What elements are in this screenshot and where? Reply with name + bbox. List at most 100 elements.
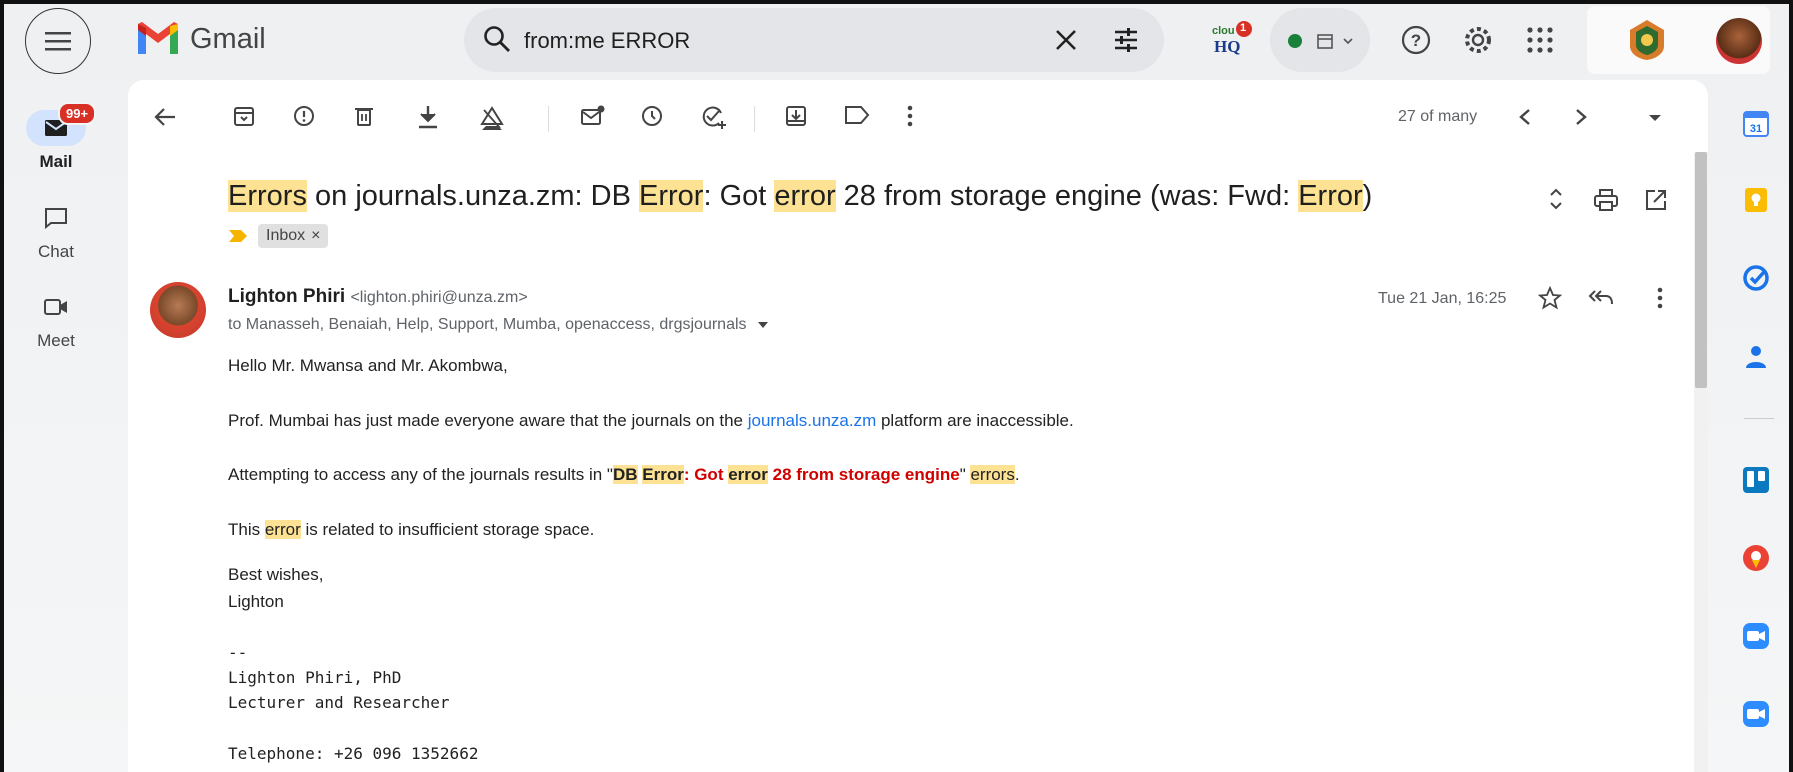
menu-icon	[45, 32, 71, 51]
more-vert-icon[interactable]	[1656, 286, 1664, 310]
google-contacts-icon[interactable]	[1742, 342, 1770, 370]
highlighted-text: error	[728, 465, 768, 484]
nav-chat-pill	[26, 200, 86, 236]
recipients-line: to Manasseh, Benaiah, Help, Support, Mum…	[228, 316, 769, 334]
email-subject: Errors on journals.unza.zm: DB Error: Go…	[228, 180, 1372, 213]
move-to-icon[interactable]	[784, 104, 808, 128]
paragraph-text: Prof. Mumbai has just made everyone awar…	[228, 411, 748, 430]
zoom-icon[interactable]	[1742, 622, 1770, 650]
nav-mail-pill: 99+	[26, 102, 97, 146]
chevron-left-icon[interactable]	[1518, 108, 1532, 126]
sender-line: Lighton Phiri <lighton.phiri@unza.zm>	[228, 286, 528, 308]
sender-name[interactable]: Lighton Phiri	[228, 286, 345, 307]
paragraph-text: Attempting to access any of the journals…	[228, 465, 613, 484]
star-icon[interactable]	[1538, 286, 1562, 310]
help-icon[interactable]: ?	[1400, 24, 1432, 56]
scrollbar-thumb[interactable]	[1695, 152, 1707, 388]
google-calendar-icon[interactable]: 31	[1742, 110, 1770, 138]
zoom-scheduler-icon[interactable]	[1742, 700, 1770, 728]
highlighted-text: DB	[612, 465, 638, 484]
nav-meet[interactable]: Meet	[4, 289, 108, 351]
label-chip-inbox[interactable]: Inbox ×	[258, 224, 329, 248]
mark-unread-icon[interactable]	[580, 104, 606, 128]
snooze-clock-icon[interactable]	[640, 104, 664, 128]
email-paragraph: This error is related to insufficient st…	[228, 520, 594, 540]
profile-avatar[interactable]	[1716, 18, 1762, 64]
clouhq-extension-icon[interactable]: clou HQ 1	[1210, 20, 1252, 56]
close-icon[interactable]	[1052, 26, 1080, 54]
back-arrow-icon[interactable]	[154, 107, 176, 127]
paragraph-text: is related to insufficient storage space…	[300, 520, 595, 539]
input-tools-dropdown-icon[interactable]	[1648, 114, 1662, 122]
journals-link[interactable]: journals.unza.zm	[748, 411, 877, 430]
google-tasks-icon[interactable]	[1742, 264, 1770, 292]
gear-icon[interactable]	[1462, 24, 1494, 56]
show-details-caret-icon[interactable]	[757, 321, 769, 329]
addon-badge-icon[interactable]	[1742, 544, 1770, 572]
search-options-icon[interactable]	[1112, 26, 1140, 54]
nav-meet-label: Meet	[37, 331, 75, 350]
side-panel: 31	[1728, 80, 1793, 772]
pager-count: 27 of many	[1398, 108, 1478, 125]
trello-icon[interactable]	[1742, 466, 1770, 494]
subject-text: )	[1362, 180, 1373, 212]
email-paragraph: Attempting to access any of the journals…	[228, 465, 1020, 485]
calendar-icon	[1317, 34, 1333, 49]
label-row: Inbox ×	[228, 224, 329, 248]
nav-meet-pill	[26, 289, 86, 325]
video-camera-icon	[44, 299, 67, 315]
search-bar[interactable]: from:me ERROR	[464, 8, 1164, 72]
left-nav: 99+ Mail Chat Meet	[4, 80, 108, 772]
email-signname: Lighton	[228, 592, 284, 611]
report-spam-icon[interactable]	[292, 104, 316, 128]
subject-text: on journals.unza.zm: DB	[306, 180, 639, 212]
open-in-new-window-icon[interactable]	[1644, 188, 1668, 212]
svg-text:31: 31	[1750, 123, 1762, 135]
email-date: Tue 21 Jan, 16:25	[1378, 290, 1507, 307]
add-to-tasks-icon[interactable]	[700, 104, 726, 130]
archive-icon[interactable]	[232, 104, 256, 128]
highlighted-text: error	[264, 520, 301, 539]
google-keep-icon[interactable]	[1742, 186, 1770, 214]
highlighted-text: Error	[642, 465, 684, 484]
email-paragraph: Prof. Mumbai has just made everyone awar…	[228, 411, 1074, 431]
remove-label-icon[interactable]: ×	[311, 227, 320, 244]
signature-dash: --	[228, 643, 248, 662]
university-logo	[1630, 20, 1664, 60]
expand-all-icon[interactable]	[1548, 186, 1564, 212]
google-apps-icon[interactable]	[1526, 26, 1554, 54]
vertical-scrollbar[interactable]	[1694, 152, 1708, 772]
nav-mail[interactable]: 99+ Mail	[4, 102, 108, 172]
nav-chat[interactable]: Chat	[4, 200, 108, 262]
paragraph-text: .	[1014, 465, 1020, 484]
top-bar: Gmail from:me ERROR clou HQ 1 ?	[0, 0, 1793, 80]
importance-marker-icon[interactable]	[228, 229, 248, 243]
reply-all-icon[interactable]	[1588, 288, 1614, 308]
save-to-drive-icon[interactable]	[478, 104, 506, 132]
delete-icon[interactable]	[352, 104, 376, 128]
label-icon[interactable]	[844, 104, 870, 126]
nav-mail-label: Mail	[39, 152, 73, 171]
subject-highlight: error	[774, 180, 836, 212]
subject-highlight: Error	[1298, 180, 1363, 212]
side-panel-divider	[1744, 418, 1774, 419]
search-input[interactable]: from:me ERROR	[524, 28, 690, 54]
svg-text:HQ: HQ	[1214, 37, 1240, 56]
subject-text: : Got	[703, 180, 775, 212]
recipients-text: to Manasseh, Benaiah, Help, Support, Mum…	[228, 316, 747, 333]
print-icon[interactable]	[1593, 188, 1619, 212]
signature-title: Lecturer and Researcher	[228, 693, 450, 712]
signature-phone: Telephone: +26 096 1352662	[228, 744, 479, 763]
download-icon[interactable]	[416, 104, 440, 130]
status-selector[interactable]	[1270, 8, 1370, 72]
sender-avatar[interactable]	[150, 282, 206, 338]
sender-email: <lighton.phiri@unza.zm>	[350, 289, 528, 306]
gmail-logo[interactable]: Gmail	[136, 22, 266, 56]
search-icon[interactable]	[482, 24, 512, 54]
chevron-right-icon[interactable]	[1574, 108, 1588, 126]
paragraph-text: This	[228, 520, 265, 539]
chat-icon	[45, 208, 67, 229]
more-vert-icon[interactable]	[906, 104, 914, 128]
main-menu-button[interactable]	[25, 8, 91, 74]
status-active-dot	[1288, 34, 1302, 48]
